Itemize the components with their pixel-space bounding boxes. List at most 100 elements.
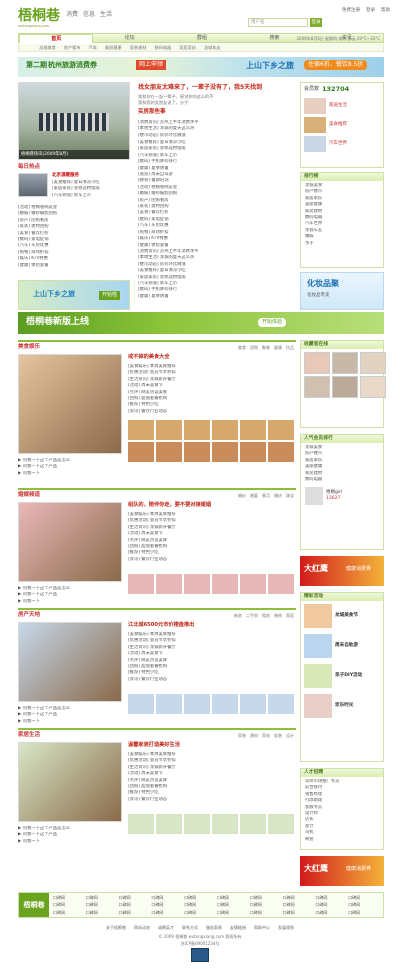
bottom-link[interactable]: 口碑网 — [217, 910, 250, 915]
food-thumb[interactable] — [268, 420, 294, 440]
nav-group[interactable]: 群组 — [166, 34, 238, 42]
section-photo[interactable] — [18, 622, 122, 702]
section-thumb[interactable] — [212, 574, 238, 594]
event-thumb[interactable] — [304, 604, 332, 628]
daily-thumb[interactable] — [18, 173, 48, 197]
bottom-link[interactable]: 口碑网 — [86, 910, 119, 915]
red-ad-2[interactable]: 大红鹰 健康消费券 — [300, 856, 384, 886]
user-thumb[interactable] — [360, 376, 386, 398]
bottom-link[interactable]: 口碑网 — [315, 902, 348, 907]
section-tag[interactable]: 聚餐 — [262, 345, 270, 350]
avatar[interactable] — [304, 97, 326, 114]
food-thumb[interactable] — [268, 442, 294, 462]
food-thumb[interactable] — [128, 442, 154, 462]
section-tag[interactable]: 软装 — [274, 733, 282, 738]
section-tag[interactable]: 新房 — [234, 613, 242, 618]
avatar[interactable] — [304, 135, 326, 152]
section-tag[interactable]: 建材 — [250, 733, 258, 738]
bottom-link[interactable]: 口碑网 — [184, 902, 217, 907]
help-link[interactable]: 帮助 — [381, 8, 390, 14]
section-headline[interactable]: 江北城6500元市价楼盘推出 — [128, 622, 194, 629]
bottom-link[interactable]: 口碑网 — [315, 910, 348, 915]
bottom-link[interactable]: 口碑网 — [86, 895, 119, 900]
bottom-link[interactable]: 口碑网 — [250, 910, 283, 915]
section-tag[interactable]: 设计 — [286, 733, 294, 738]
cosmetics-ad[interactable]: 化妆品聚 化妆品专卖 — [300, 272, 384, 310]
bottom-link[interactable]: 口碑网 — [119, 895, 152, 900]
section-thumb[interactable] — [184, 814, 210, 834]
section-thumb[interactable] — [212, 694, 238, 714]
section-thumb[interactable] — [268, 574, 294, 594]
user-thumb[interactable] — [332, 376, 358, 398]
section-photo[interactable] — [18, 502, 122, 582]
username-input[interactable]: 用户名 — [248, 18, 308, 27]
bottom-link[interactable]: 口碑网 — [184, 910, 217, 915]
trust-badge-icon[interactable] — [191, 948, 209, 962]
bottom-link[interactable]: 口碑网 — [315, 895, 348, 900]
list-item[interactable]: [楼市动态] 房价环比微涨 — [138, 133, 298, 139]
new-version-banner[interactable]: 梧桐巷新版上线 开始体验 — [18, 312, 384, 334]
food-thumb[interactable] — [128, 420, 154, 440]
second-headline[interactable]: 买房那些事 — [138, 109, 298, 116]
section-thumb[interactable] — [184, 574, 210, 594]
section-headline[interactable]: 戒不掉的美食大全 — [128, 354, 170, 361]
bottom-link[interactable]: 口碑网 — [151, 895, 184, 900]
bottom-link[interactable]: 口碑网 — [283, 895, 316, 900]
footer-link[interactable]: 服务条款 — [206, 925, 222, 930]
daily-item[interactable]: 北京温暖服务 — [52, 173, 79, 179]
list-item[interactable]: [健康] 体检套餐 — [18, 263, 134, 269]
bottom-logo[interactable]: 梧桐巷 — [19, 893, 49, 917]
section-tag[interactable]: 装修 — [274, 613, 282, 618]
section-tag[interactable]: 家装 — [238, 733, 246, 738]
bottom-link[interactable]: 口碑网 — [184, 895, 217, 900]
subnav-beauty[interactable]: 美丽健康 — [105, 45, 122, 51]
section-tag[interactable]: 饮品 — [286, 345, 294, 350]
bottom-link[interactable]: 口碑网 — [348, 910, 381, 915]
section-headline[interactable]: 温馨家装打造美好生活 — [128, 742, 180, 749]
subnav-home[interactable]: 家居家纺 — [179, 45, 196, 51]
bottom-link[interactable]: 口碑网 — [348, 902, 381, 907]
rank-item[interactable]: 数码电器 — [305, 477, 379, 483]
bottom-link[interactable]: 口碑网 — [53, 902, 86, 907]
banner-chip[interactable]: 网上申领 — [136, 60, 167, 71]
site-logo[interactable]: 梧桐巷 wutongxiang.com — [18, 6, 60, 30]
bottom-link[interactable]: 口碑网 — [348, 895, 381, 900]
event-thumb[interactable] — [304, 694, 332, 718]
login-link[interactable]: 登录 — [366, 8, 375, 14]
section-thumb[interactable] — [240, 814, 266, 834]
section-thumb[interactable] — [184, 694, 210, 714]
list-item[interactable]: [资讯] 餐饮行业动态 — [128, 557, 296, 563]
section-tag[interactable]: 珠宝 — [286, 493, 294, 498]
bottom-link[interactable]: 口碑网 — [250, 902, 283, 907]
section-photo[interactable] — [18, 742, 122, 822]
bottom-link[interactable]: 口碑网 — [53, 895, 86, 900]
register-link[interactable]: 免费注册 — [342, 8, 360, 14]
list-item[interactable]: [健康] 夏季防暑 — [138, 294, 298, 300]
rank-item[interactable]: 亲子 — [305, 241, 379, 247]
section-tag[interactable]: 团购 — [250, 345, 258, 350]
section-thumb[interactable] — [268, 814, 294, 834]
section-tag[interactable]: 家电 — [262, 733, 270, 738]
top-headline[interactable]: 找女朋友太难来了，一辈子没有了，我5天找到 — [138, 84, 298, 92]
subnav-food[interactable]: 龙城美食 — [39, 45, 56, 51]
food-thumb[interactable] — [240, 442, 266, 462]
user-thumb[interactable] — [360, 352, 386, 374]
food-thumb[interactable] — [156, 420, 182, 440]
bottom-link[interactable]: 口碑网 — [217, 895, 250, 900]
subnav-digital[interactable]: 数码电器 — [154, 45, 171, 51]
tab-consume[interactable]: 消费 — [66, 11, 78, 19]
subnav-build[interactable]: 家装建材 — [130, 45, 147, 51]
section-thumb[interactable] — [240, 574, 266, 594]
food-thumb[interactable] — [184, 442, 210, 462]
promo-banner[interactable]: 第二期 杭州旅游消费券 网上申领 上山下乡之旅 住宿6折、餐饮8.5折 — [18, 57, 384, 77]
footer-link[interactable]: 帮助中心 — [254, 925, 270, 930]
bottom-link[interactable]: 口碑网 — [119, 910, 152, 915]
footer-link[interactable]: 网站动态 — [134, 925, 150, 930]
section-thumb[interactable] — [156, 574, 182, 594]
food-thumb[interactable] — [212, 420, 238, 440]
activity-banner[interactable]: 上山下乡之旅 开始啦 — [18, 280, 130, 310]
list-item[interactable]: [汽车频道] 新车上市 — [52, 193, 132, 199]
section-thumb[interactable] — [240, 694, 266, 714]
footer-link[interactable]: 关于梧桐巷 — [106, 925, 126, 930]
banner-right-chip[interactable]: 住宿6折、餐饮8.5折 — [304, 60, 368, 71]
